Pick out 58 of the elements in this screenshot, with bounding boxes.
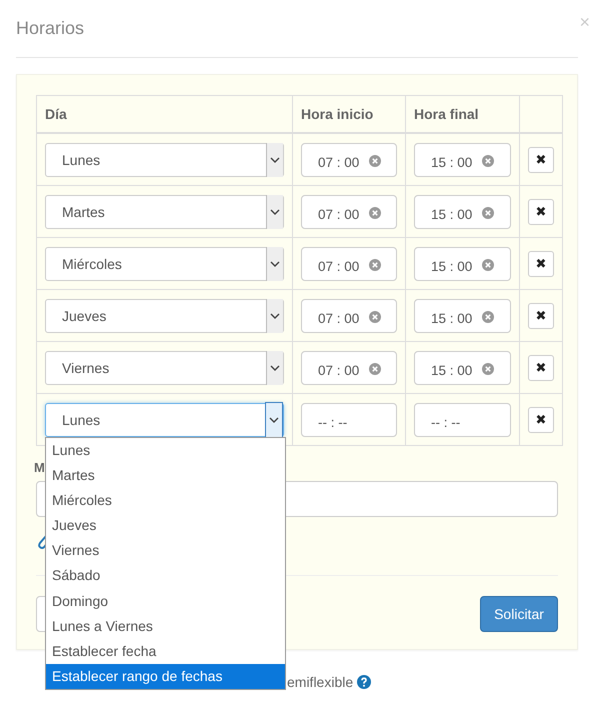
time-field[interactable]: 07 : 00 [301, 246, 397, 280]
clear-icon[interactable] [369, 362, 382, 374]
column-header: Hora final [406, 96, 520, 133]
time-field[interactable]: 15 : 00 [414, 246, 511, 280]
caret-icon [266, 194, 283, 228]
clear-icon[interactable] [482, 258, 494, 270]
column-header: Hora inicio [292, 96, 406, 133]
clear-icon[interactable] [482, 362, 494, 374]
clear-icon[interactable] [369, 310, 382, 322]
caret-icon [266, 350, 283, 384]
day-select[interactable]: Miércoles [45, 246, 284, 280]
clear-icon[interactable] [369, 154, 382, 166]
time-field[interactable]: 07 : 00 [301, 350, 397, 384]
day-select[interactable]: Jueves [45, 298, 284, 332]
time-field[interactable]: 15 : 00 [414, 298, 511, 332]
day-select[interactable]: Martes [45, 194, 284, 228]
day-select[interactable]: Lunes [45, 142, 284, 176]
help-icon[interactable] [357, 675, 372, 689]
time-field[interactable]: -- : -- [301, 402, 397, 436]
caret-icon [266, 298, 283, 332]
clear-icon[interactable] [369, 258, 382, 270]
clear-icon[interactable] [482, 206, 494, 218]
dropdown-option[interactable]: Domingo [46, 588, 285, 614]
remove-button[interactable]: ✖ [528, 302, 554, 328]
dropdown-option[interactable]: Martes [46, 462, 285, 488]
day-select[interactable]: Viernes [45, 350, 284, 384]
remove-button[interactable]: ✖ [528, 354, 554, 380]
time-field[interactable]: 15 : 00 [414, 142, 511, 176]
day-select[interactable]: Lunes [45, 402, 284, 436]
submit-button[interactable]: Solicitar [480, 596, 558, 632]
time-field[interactable]: -- : -- [414, 402, 511, 436]
clear-icon[interactable] [482, 154, 494, 166]
dropdown-option[interactable]: Sábado [46, 563, 285, 589]
time-field[interactable]: 07 : 00 [301, 142, 397, 176]
dropdown-option[interactable]: Viernes [46, 538, 285, 564]
clear-icon[interactable] [482, 310, 494, 322]
remove-button[interactable]: ✖ [528, 250, 554, 276]
dropdown-option[interactable]: Jueves [46, 513, 285, 538]
time-field[interactable]: 15 : 00 [414, 194, 511, 228]
dropdown-option[interactable]: Miércoles [46, 488, 285, 514]
dropdown-option[interactable]: Lunes [46, 438, 285, 463]
remove-button[interactable]: ✖ [528, 198, 554, 224]
time-field[interactable]: 15 : 00 [414, 350, 511, 384]
dropdown-option[interactable]: Lunes a Viernes [46, 614, 285, 639]
field-label: M [34, 460, 45, 475]
dropdown-option[interactable]: Establecer fecha [46, 639, 285, 664]
dropdown-option[interactable]: Establecer rango de fechas [46, 664, 285, 690]
clear-icon[interactable] [369, 206, 382, 218]
caret-icon [266, 142, 283, 176]
time-field[interactable]: 07 : 00 [301, 298, 397, 332]
caret-icon [265, 402, 283, 438]
time-field[interactable]: 07 : 00 [301, 194, 397, 228]
option-label: emiflexible [287, 674, 354, 690]
remove-button[interactable]: ✖ [528, 146, 554, 172]
caret-icon [266, 246, 283, 280]
remove-button[interactable]: ✖ [528, 406, 554, 432]
column-header: Día [36, 96, 292, 133]
modal-title: Horarios [16, 18, 84, 38]
